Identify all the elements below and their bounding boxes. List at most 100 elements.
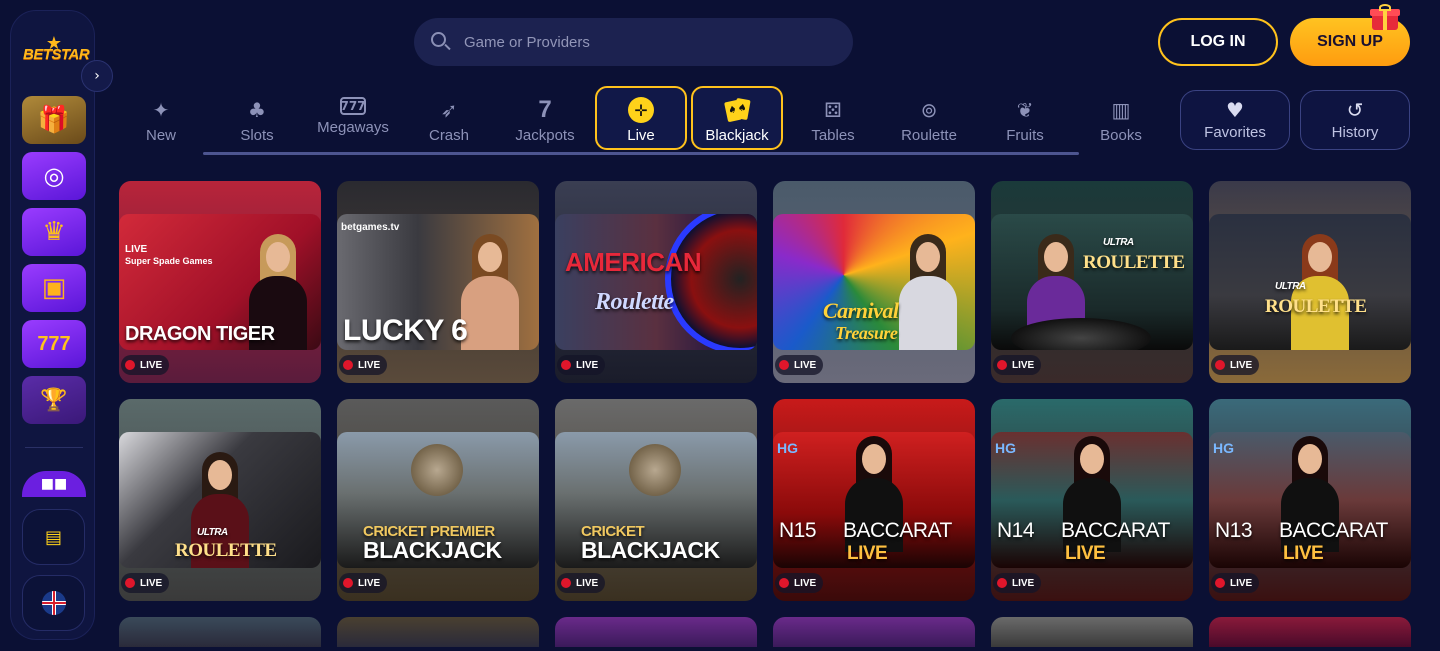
game-title-bottom: ROULETTE (175, 540, 277, 561)
category-books[interactable]: ▥ Books (1075, 86, 1167, 150)
category-live[interactable]: ✛ Live (595, 86, 687, 150)
search-bar[interactable] (414, 18, 853, 66)
category-tables[interactable]: ⚄ Tables (787, 86, 879, 150)
live-dot-icon (779, 360, 789, 370)
sidebar-missions[interactable]: ◎ (22, 152, 86, 200)
game-card-ultra-roulette-2[interactable]: ULTRA ROULETTE LIVE (1209, 181, 1411, 383)
category-bar: ✦ New ♣ Slots 777 Megaways ➶ Crash 7 Jac… (113, 86, 1083, 155)
live-dot-icon (1215, 360, 1225, 370)
sidebar-promo-gift[interactable]: 🎁 (22, 96, 86, 144)
search-input[interactable] (464, 33, 844, 51)
game-title-top: ULTRA (1275, 281, 1306, 292)
game-title-top: ULTRA (197, 527, 228, 538)
game-card-baccarat-n14[interactable]: HG N14 BACCARAT LIVE LIVE (991, 399, 1193, 601)
sidebar-extra[interactable]: ■■ (22, 471, 86, 497)
live-icon: ✛ (628, 97, 654, 123)
game-title: LUCKY 6 (343, 314, 468, 347)
live-badge-label: LIVE (576, 577, 599, 589)
provider-name: Super Spade Games (125, 256, 213, 266)
category-blackjack[interactable]: ♠ ♠ Blackjack (691, 86, 783, 150)
history-button[interactable]: ↺ History (1300, 90, 1410, 150)
game-card-ultra-roulette[interactable]: ULTRA ROULETTE LIVE (991, 181, 1193, 383)
category-label: Slots (240, 127, 274, 144)
book-icon: ▥ (1111, 98, 1131, 122)
cricket-ball-image (411, 444, 463, 496)
category-label: Fruits (1006, 127, 1044, 144)
game-title-top: AMERICAN (565, 247, 702, 277)
roulette-icon: ⊚ (920, 98, 938, 122)
sidebar-vip[interactable]: ♛ (22, 208, 86, 256)
category-label: Roulette (901, 127, 957, 144)
game-card-partial[interactable] (1209, 617, 1411, 647)
live-badge-label: LIVE (1230, 577, 1253, 589)
game-title-bottom: Treasure (835, 323, 898, 343)
category-megaways[interactable]: 777 Megaways (307, 86, 399, 150)
live-badge: LIVE (339, 573, 388, 593)
game-card-ultra-roulette-3[interactable]: ULTRA ROULETTE LIVE (119, 399, 321, 601)
live-badge: LIVE (1211, 355, 1260, 375)
sidebar-slots[interactable]: 777 (22, 320, 86, 368)
favorites-button[interactable]: ♥ Favorites (1180, 90, 1290, 150)
category-label: Jackpots (515, 127, 575, 144)
login-button[interactable]: LOG IN (1158, 18, 1278, 66)
language-button[interactable] (22, 575, 85, 631)
trophy-icon: 🏆 (40, 387, 68, 413)
sidebar-bonus[interactable]: ▣ (22, 264, 86, 312)
game-card-partial[interactable] (773, 617, 975, 647)
category-slots[interactable]: ♣ Slots (211, 86, 303, 150)
category-new[interactable]: ✦ New (115, 86, 207, 150)
category-roulette[interactable]: ⊚ Roulette (883, 86, 975, 150)
brand-logo[interactable]: ★ BETSTAR (23, 35, 90, 65)
game-card-cricket-blackjack[interactable]: CRICKET BLACKJACK LIVE (555, 399, 757, 601)
game-title-top: BACCARAT (843, 519, 952, 542)
game-card-partial[interactable] (991, 617, 1193, 647)
category-label: Blackjack (705, 127, 769, 144)
category-jackpots[interactable]: 7 Jackpots (499, 86, 591, 150)
game-card-carnival-treasure[interactable]: Carnival Treasure LIVE (773, 181, 975, 383)
live-dot-icon (997, 360, 1007, 370)
game-title-top: BACCARAT (1061, 519, 1170, 542)
history-label: History (1331, 124, 1379, 141)
category-label: Tables (811, 127, 855, 144)
category-fruits[interactable]: ❦ Fruits (979, 86, 1071, 150)
live-badge-label: LIVE (140, 577, 163, 589)
game-card-partial[interactable] (119, 617, 321, 647)
cricket-ball-image (629, 444, 681, 496)
search-icon (430, 31, 452, 53)
game-card-partial[interactable] (337, 617, 539, 647)
provider-logo: HG (777, 440, 798, 456)
game-card-baccarat-n15[interactable]: HG N15 BACCARAT LIVE LIVE (773, 399, 975, 601)
live-badge-label: LIVE (794, 577, 817, 589)
live-dot-icon (561, 360, 571, 370)
category-scroll-indicator[interactable] (203, 152, 1079, 155)
game-card-cricket-premier-blackjack[interactable]: CRICKET PREMIER BLACKJACK LIVE (337, 399, 539, 601)
game-title: DRAGON TIGER (125, 323, 275, 345)
777-icon: 777 (340, 97, 366, 115)
live-badge: LIVE (993, 573, 1042, 593)
game-title-top: ULTRA (1103, 237, 1134, 248)
seven-icon: 7 (538, 96, 552, 123)
sidebar-toggle-button[interactable]: › (81, 60, 113, 92)
roulette-table-image (1011, 318, 1151, 350)
table-number: N13 (1215, 519, 1253, 542)
game-card-dragon-tiger[interactable]: LIVE Super Spade Games DRAGON TIGER LIVE (119, 181, 321, 383)
game-card-american-roulette[interactable]: AMERICAN Roulette LIVE (555, 181, 757, 383)
category-label: Megaways (317, 119, 389, 136)
game-title-bottom: LIVE (1065, 543, 1106, 564)
game-card-partial[interactable] (555, 617, 757, 647)
game-title-bottom: ROULETTE (1083, 252, 1185, 273)
support-chat-button[interactable]: ▤ (22, 509, 85, 565)
game-title-bottom: BLACKJACK (363, 537, 502, 563)
category-crash[interactable]: ➶ Crash (403, 86, 495, 150)
live-dot-icon (561, 578, 571, 588)
chat-icon: ▤ (44, 526, 62, 548)
cards-icon: ♠ ♠ (724, 97, 751, 123)
live-badge: LIVE (121, 355, 170, 375)
game-card-lucky-6[interactable]: betgames.tv LUCKY 6 LIVE (337, 181, 539, 383)
sidebar-tournaments[interactable]: 🏆 (22, 376, 86, 424)
game-title-bottom: LIVE (1283, 543, 1324, 564)
game-card-baccarat-n13[interactable]: HG N13 BACCARAT LIVE LIVE (1209, 399, 1411, 601)
language-flag-icon (41, 591, 66, 615)
slot-777-icon: 777 (37, 332, 71, 355)
live-dot-icon (125, 360, 135, 370)
